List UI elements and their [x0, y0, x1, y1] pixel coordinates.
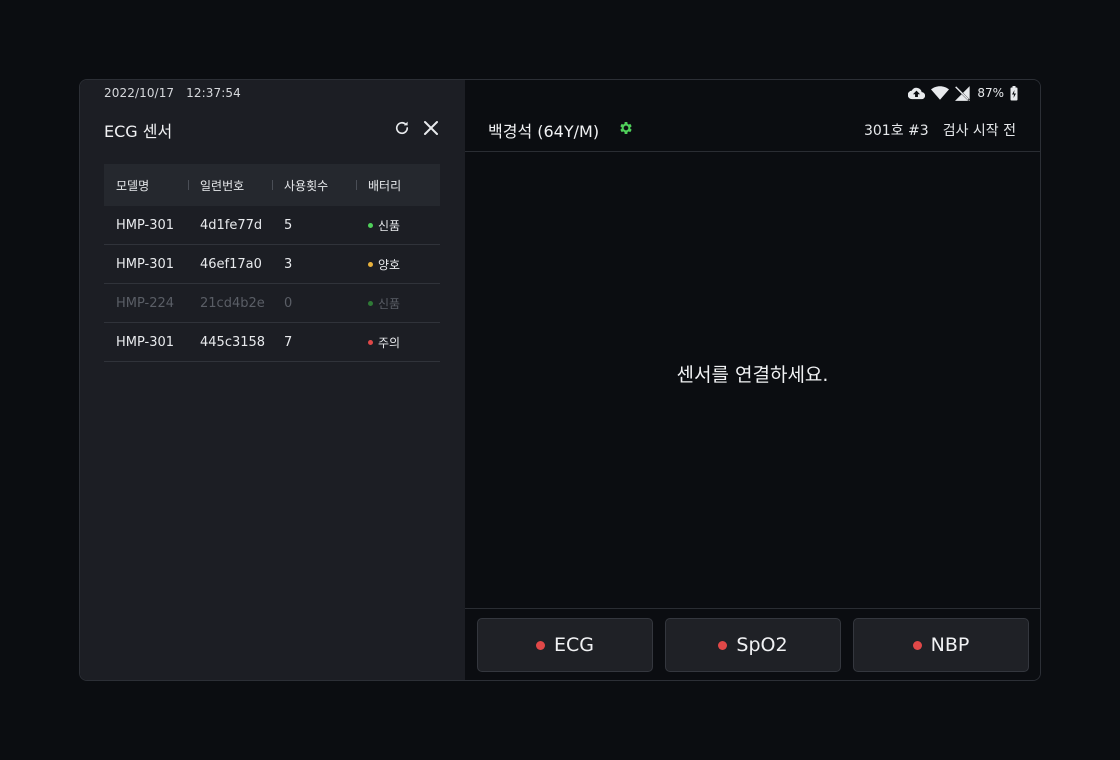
refresh-icon — [395, 121, 409, 135]
column-header-count: 사용횟수 — [272, 177, 356, 194]
serial-cell: 4d1fe77d — [200, 217, 263, 233]
spo2-status-dot — [718, 640, 728, 650]
main-panel: 백경석 (64Y/M) 301호 #3 검사 시작 전 87% 센서를 연결하세… — [465, 80, 1040, 680]
column-header-battery: 배터리 — [356, 177, 440, 194]
nbp-sensor-button[interactable]: NBP — [853, 618, 1029, 672]
spo2-sensor-button[interactable]: SpO2 — [665, 618, 841, 672]
refresh-button[interactable] — [391, 117, 413, 139]
table-row[interactable]: HMP-301 4d1fe77d 5 신품 — [104, 206, 440, 245]
connect-sensor-message: 센서를 연결하세요. — [676, 364, 829, 386]
column-header-model: 모델명 — [116, 178, 150, 193]
close-icon — [424, 121, 438, 135]
room-info: 301호 #3 검사 시작 전 — [864, 120, 1016, 140]
room-number: 301호 #3 — [863, 123, 929, 139]
battery-status-dot — [368, 339, 373, 345]
battery-percentage: 87% — [977, 86, 1004, 100]
battery-status-text: 신품 — [378, 296, 401, 311]
sensor-button-bar: ECG SpO2 NBP — [465, 608, 1040, 680]
table-row[interactable]: HMP-301 46ef17a0 3 양호 — [104, 245, 440, 284]
serial-cell: 46ef17a0 — [200, 256, 262, 272]
battery-status-text: 양호 — [378, 257, 401, 272]
count-cell: 5 — [284, 217, 293, 233]
system-status-bar: 87% — [908, 84, 1018, 102]
battery-cell: 주의 — [356, 334, 440, 351]
date: 2022/10/17 — [104, 86, 175, 100]
sensor-table: 모델명 일련번호 사용횟수 배터리 HMP-301 4d1fe77d 5 신품 … — [104, 164, 440, 362]
table-row[interactable]: HMP-224 21cd4b2e 0 신품 — [104, 284, 440, 323]
model-cell: HMP-301 — [116, 217, 175, 233]
serial-cell: 445c3158 — [200, 334, 266, 350]
battery-status-text: 주의 — [378, 335, 401, 350]
battery-cell: 양호 — [356, 256, 440, 273]
model-cell: HMP-301 — [116, 256, 175, 272]
nbp-button-label: NBP — [930, 634, 970, 656]
patient-name: 백경석 (64Y/M) — [488, 122, 600, 141]
spo2-button-label: SpO2 — [736, 634, 788, 656]
table-header: 모델명 일련번호 사용횟수 배터리 — [104, 164, 440, 206]
count-cell: 0 — [284, 295, 293, 311]
ecg-sensor-button[interactable]: ECG — [477, 618, 653, 672]
model-cell: HMP-224 — [116, 295, 175, 311]
battery-cell: 신품 — [356, 217, 440, 234]
wifi-icon — [931, 86, 950, 100]
panel-title: ECG 센서 — [104, 122, 173, 141]
table-row[interactable]: HMP-301 445c3158 7 주의 — [104, 323, 440, 362]
battery-cell: 신품 — [356, 295, 440, 312]
device-frame: 2022/10/17 12:37:54 ECG 센서 모델명 일련번호 사용횟수 … — [79, 79, 1041, 681]
battery-status-text: 신품 — [378, 218, 401, 233]
column-header-serial: 일련번호 — [188, 177, 272, 194]
serial-cell: 21cd4b2e — [200, 295, 265, 311]
count-cell: 3 — [284, 256, 293, 272]
battery-charging-icon — [1010, 85, 1018, 100]
battery-status-dot — [368, 300, 373, 306]
model-cell: HMP-301 — [116, 334, 175, 350]
no-cellular-signal-icon — [955, 85, 971, 101]
gear-icon — [620, 122, 632, 134]
nbp-status-dot — [912, 640, 922, 650]
sensor-panel: 2022/10/17 12:37:54 ECG 센서 모델명 일련번호 사용횟수 … — [80, 80, 465, 680]
ecg-status-dot — [536, 640, 545, 650]
battery-status-dot — [368, 222, 373, 228]
close-button[interactable] — [420, 117, 442, 139]
patient-settings-button[interactable] — [618, 120, 634, 140]
ecg-button-label: ECG — [554, 634, 594, 656]
count-cell: 7 — [284, 334, 293, 350]
time: 12:37:54 — [186, 86, 241, 100]
exam-status: 검사 시작 전 — [942, 123, 1016, 139]
datetime: 2022/10/17 12:37:54 — [104, 86, 241, 100]
cloud-upload-icon — [908, 87, 926, 99]
battery-status-dot — [368, 261, 373, 267]
